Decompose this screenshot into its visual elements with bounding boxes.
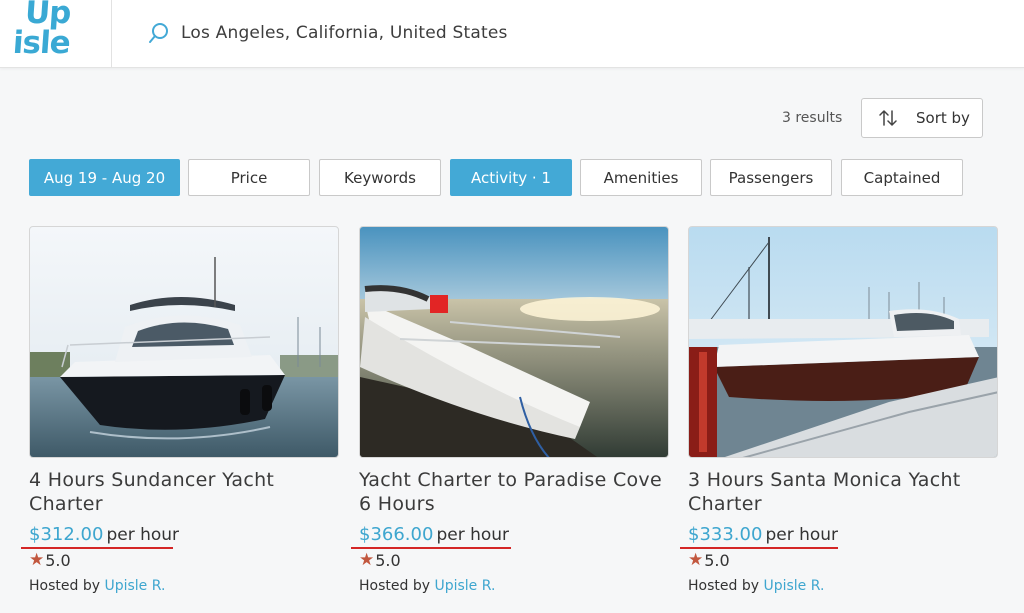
- price-unit: per hour: [106, 525, 180, 545]
- price-unit: per hour: [765, 525, 839, 545]
- logo[interactable]: Up isle: [11, 0, 96, 61]
- listing-photo[interactable]: [29, 226, 339, 458]
- rating-value: 5.0: [45, 550, 71, 570]
- host-link[interactable]: Upisle R.: [104, 578, 165, 594]
- host-link[interactable]: Upisle R.: [763, 578, 824, 594]
- rating: ★ 5.0: [688, 550, 730, 570]
- price-unit: per hour: [436, 525, 510, 545]
- filter-dates[interactable]: Aug 19 - Aug 20: [29, 159, 180, 196]
- annotation-underline: [21, 547, 173, 549]
- search-bar[interactable]: Los Angeles, California, United States: [147, 18, 508, 48]
- hosted-by-label: Hosted by: [688, 578, 759, 594]
- annotation-underline: [351, 547, 511, 549]
- sort-label: Sort by: [916, 109, 970, 127]
- price-row: $366.00 per hour: [359, 524, 509, 545]
- logo-container[interactable]: Up isle: [0, 0, 112, 68]
- listing-title[interactable]: 3 Hours Santa Monica Yacht Charter: [688, 468, 998, 516]
- host-link[interactable]: Upisle R.: [434, 578, 495, 594]
- listing-card[interactable]: 3 Hours Santa Monica Yacht Charter $333.…: [680, 226, 998, 594]
- price-row: $312.00 per hour: [29, 524, 179, 545]
- listing-price: $366.00: [359, 524, 434, 545]
- rating-value: 5.0: [375, 550, 401, 570]
- listing-price: $333.00: [688, 524, 763, 545]
- logo-line-2: isle: [11, 25, 71, 61]
- price-row: $333.00 per hour: [688, 524, 838, 545]
- listing-photo[interactable]: [359, 226, 669, 458]
- filter-amenities[interactable]: Amenities: [580, 159, 702, 196]
- host-row: Hosted by Upisle R.: [359, 578, 495, 594]
- star-icon: ★: [688, 550, 704, 570]
- star-icon: ★: [359, 550, 375, 570]
- rating: ★ 5.0: [29, 550, 71, 570]
- filter-passengers[interactable]: Passengers: [710, 159, 832, 196]
- annotation-underline: [680, 547, 838, 549]
- logo-line-1: Up: [23, 0, 72, 31]
- sort-arrows-icon: [879, 110, 897, 126]
- results-count: 3 results: [782, 110, 843, 126]
- hosted-by-label: Hosted by: [359, 578, 430, 594]
- sort-button[interactable]: Sort by: [861, 98, 983, 138]
- search-icon[interactable]: [147, 21, 171, 45]
- filter-captained[interactable]: Captained: [841, 159, 963, 196]
- star-icon: ★: [29, 550, 45, 570]
- filter-activity[interactable]: Activity · 1: [450, 159, 572, 196]
- listing-card[interactable]: 4 Hours Sundancer Yacht Charter $312.00 …: [21, 226, 339, 594]
- listing-photo[interactable]: [688, 226, 998, 458]
- rating-value: 5.0: [704, 550, 730, 570]
- hosted-by-label: Hosted by: [29, 578, 100, 594]
- listing-card[interactable]: Yacht Charter to Paradise Cove 6 Hours $…: [351, 226, 669, 594]
- top-bar: Up isle Los Angeles, California, United …: [0, 0, 1024, 68]
- host-row: Hosted by Upisle R.: [688, 578, 824, 594]
- filter-price[interactable]: Price: [188, 159, 310, 196]
- filter-keywords[interactable]: Keywords: [319, 159, 441, 196]
- listing-price: $312.00: [29, 524, 104, 545]
- host-row: Hosted by Upisle R.: [29, 578, 165, 594]
- search-location-value[interactable]: Los Angeles, California, United States: [181, 23, 508, 43]
- rating: ★ 5.0: [359, 550, 401, 570]
- listing-title[interactable]: 4 Hours Sundancer Yacht Charter: [29, 468, 339, 516]
- listing-title[interactable]: Yacht Charter to Paradise Cove 6 Hours: [359, 468, 669, 516]
